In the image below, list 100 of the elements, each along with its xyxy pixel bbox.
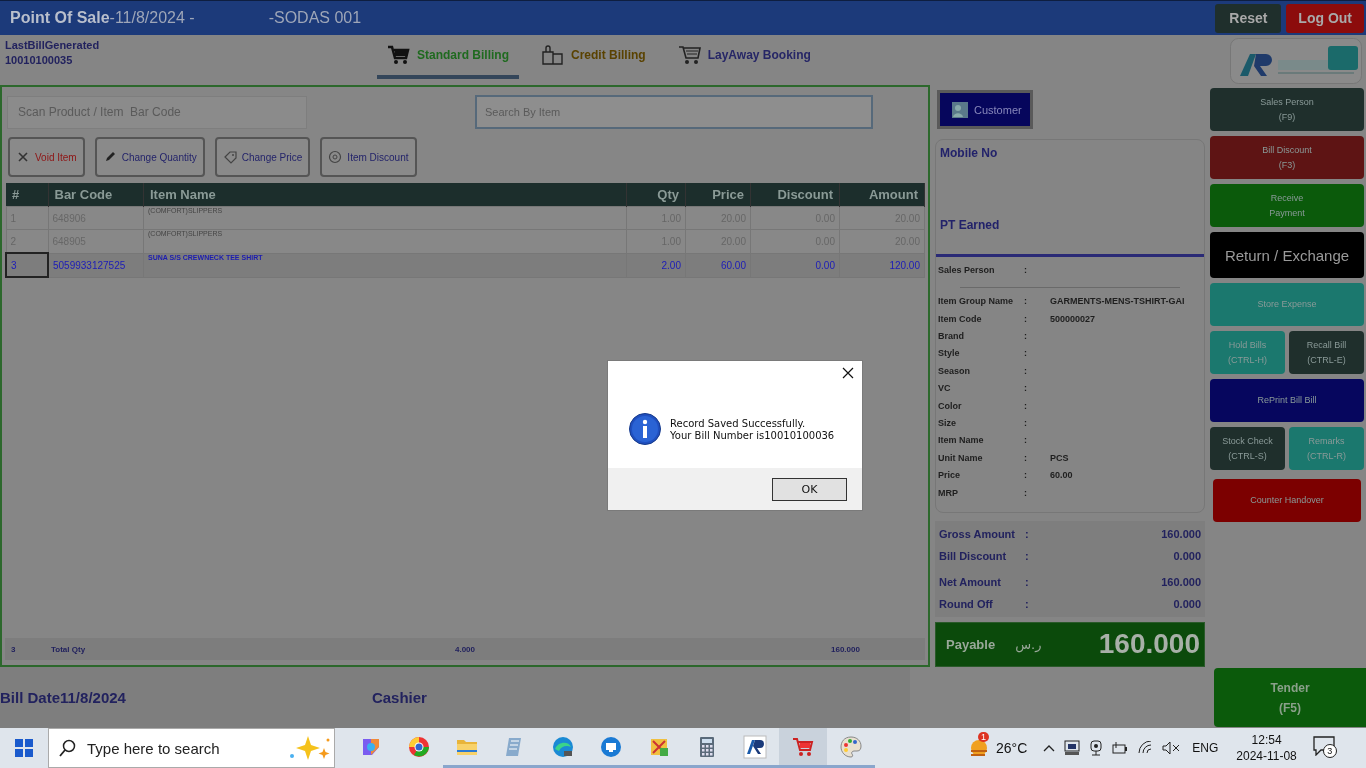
footer-amount: 160.000 xyxy=(831,644,861,654)
detail-label: Brand xyxy=(938,331,965,344)
footer-label: Total Qty xyxy=(51,644,87,654)
camera-icon[interactable] xyxy=(1089,740,1104,756)
tender-button[interactable]: Tender (F5) xyxy=(1214,668,1366,727)
billing-tab[interactable]: LayAway Booking xyxy=(667,43,821,79)
bill-date: Bill Date11/8/2024 xyxy=(0,689,126,706)
temperature: 26°C xyxy=(996,740,1028,756)
total-separator: : xyxy=(1025,597,1030,610)
column-header: Item Name xyxy=(143,183,627,207)
column-header: Bar Code xyxy=(48,183,144,207)
action-button[interactable]: RePrint Bill Bill xyxy=(1210,379,1364,422)
total-separator: : xyxy=(1025,549,1030,562)
total-label: Round Off xyxy=(939,597,994,610)
column-header: # xyxy=(6,183,48,207)
action-button[interactable]: Recall Bill (CTRL-E) xyxy=(1289,331,1364,374)
action-button[interactable]: Sales Person (F9) xyxy=(1210,88,1364,131)
title-date: -11/8/2024 - xyxy=(109,9,195,27)
search-icon xyxy=(59,739,77,757)
weather-badge: 1 xyxy=(978,732,989,742)
detail-separator: : xyxy=(1024,331,1028,344)
customer-button[interactable]: Customer xyxy=(937,90,1033,130)
monitor-icon xyxy=(599,734,623,759)
discount-icon xyxy=(328,150,343,164)
detail-label: Unit Name xyxy=(938,452,984,465)
title-button[interactable]: Log Out xyxy=(1286,3,1364,33)
column-header: Qty xyxy=(626,183,686,207)
battery-icon[interactable] xyxy=(1112,741,1129,755)
detail-label: VC xyxy=(938,383,952,396)
notification-icon[interactable] xyxy=(1312,736,1335,756)
sales-person-label: Sales Person xyxy=(938,265,996,276)
last-bill-label: LastBillGenerated xyxy=(5,38,101,53)
action-button[interactable]: Stock Check (CTRL-S) xyxy=(1210,427,1285,470)
detail-value: GARMENTS-MENS-TSHIRT-GAI xyxy=(1050,296,1186,309)
total-value: 160.000 xyxy=(1160,575,1201,588)
total-label: Gross Amount xyxy=(939,527,1016,540)
clock[interactable]: 12:54 2024-11-08 xyxy=(1236,732,1297,764)
bags-icon xyxy=(541,44,565,66)
info-icon xyxy=(629,413,661,445)
detail-value: 500000027 xyxy=(1050,313,1097,326)
action-button[interactable]: Return / Exchange xyxy=(1210,232,1364,278)
close-icon[interactable] xyxy=(842,367,854,379)
close-icon xyxy=(16,150,30,164)
detail-separator: : xyxy=(1024,365,1028,378)
taskbar-search[interactable]: Type here to search xyxy=(48,728,335,768)
detail-separator: : xyxy=(1024,452,1028,465)
trolley-icon xyxy=(677,44,702,66)
detail-separator: : xyxy=(1024,296,1028,309)
billing-tab[interactable]: Credit Billing xyxy=(531,43,656,79)
detail-label: Item Name xyxy=(938,435,985,448)
total-separator: : xyxy=(1025,575,1030,588)
detail-label: Item Code xyxy=(938,313,983,326)
total-label: Bill Discount xyxy=(939,549,1008,562)
total-value: 160.000 xyxy=(1160,527,1201,540)
footer-qty: 4.000 xyxy=(455,644,477,654)
detail-value: PCS xyxy=(1050,452,1070,465)
store-name: -SODAS 001 xyxy=(268,9,362,27)
title-button[interactable]: Reset xyxy=(1215,3,1282,33)
detail-label: Price xyxy=(938,470,962,483)
tool-button[interactable]: Change Quantity xyxy=(94,137,205,177)
windows-start-icon[interactable] xyxy=(15,739,33,757)
user-card-icon xyxy=(952,101,968,118)
detail-value: 60.00 xyxy=(1050,470,1074,483)
detail-label: Size xyxy=(938,418,957,430)
column-header: Amount xyxy=(839,183,925,207)
detail-separator: : xyxy=(1024,265,1028,276)
detail-label: Color xyxy=(938,400,963,413)
language-indicator[interactable]: ENG xyxy=(1192,741,1219,755)
detail-separator: : xyxy=(1024,418,1028,430)
network-drive-icon[interactable] xyxy=(1064,740,1081,756)
chevron-up-icon[interactable] xyxy=(1043,744,1056,752)
action-button[interactable]: Bill Discount (F3) xyxy=(1210,136,1364,179)
detail-label: Item Group Name xyxy=(938,296,1014,309)
tool-button[interactable]: Change Price xyxy=(214,137,311,177)
payable-label: Payable xyxy=(946,636,996,652)
detail-label: Season xyxy=(938,365,971,378)
detail-label: Style xyxy=(938,348,961,361)
total-value: 0.000 xyxy=(1172,597,1201,610)
table-cell: 0.00 xyxy=(750,253,840,277)
payable-amount: 160.000 xyxy=(1098,628,1200,661)
points-label: PT Earned xyxy=(939,217,1001,233)
wifi-icon[interactable] xyxy=(1137,741,1154,755)
ok-button[interactable]: OK xyxy=(772,477,847,501)
table-cell: 5059933127525 xyxy=(48,253,144,277)
cashier-label: Cashier xyxy=(371,689,427,706)
action-button[interactable]: Receive Payment xyxy=(1210,184,1364,227)
tag-icon xyxy=(222,150,237,164)
total-label: Net Amount xyxy=(939,575,1002,588)
tool-button[interactable]: Void Item xyxy=(8,137,85,177)
table-cell: 3 xyxy=(6,253,48,277)
notification-count: 3 xyxy=(1322,744,1337,758)
currency-label: ر.س xyxy=(1015,636,1042,652)
tool-button[interactable]: Item Discount xyxy=(320,137,417,177)
total-separator: : xyxy=(1025,527,1030,540)
detail-separator: : xyxy=(1024,487,1028,500)
detail-separator: : xyxy=(1024,348,1028,361)
wave-app-icon xyxy=(551,734,575,759)
dialog-message: Record Saved Successfully. xyxy=(670,418,807,430)
detail-label: MRP xyxy=(938,487,959,500)
muted-speaker-icon[interactable] xyxy=(1162,741,1181,755)
